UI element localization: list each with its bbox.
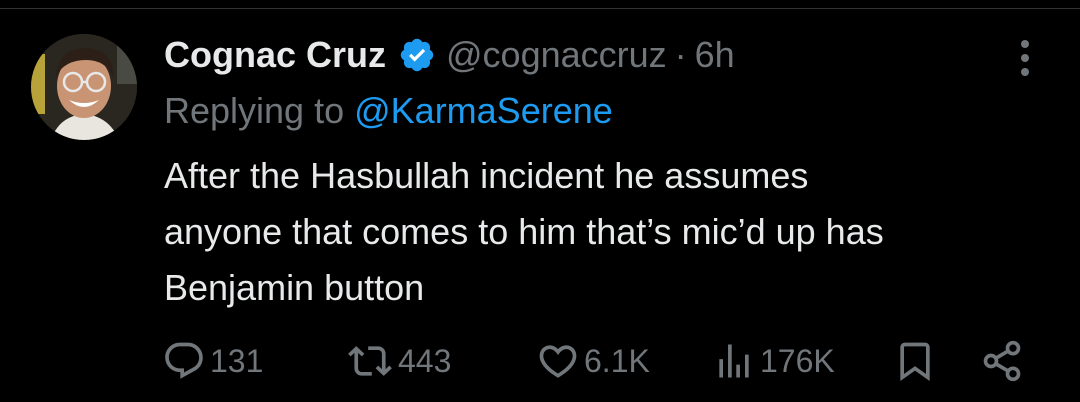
tweet-text-line: After the Hasbullah incident he assumes	[164, 155, 809, 196]
action-bar: 131 443 6.1K 176K	[0, 333, 1080, 389]
repost-button[interactable]: 443	[346, 333, 451, 389]
tweet-text-line: anyone that comes to him that’s mic’d up…	[164, 211, 884, 252]
tweet-header: Cognac Cruz @cognaccruz · 6h	[164, 30, 735, 80]
bookmark-icon	[900, 342, 930, 382]
analytics-icon	[719, 344, 749, 378]
repost-count: 443	[398, 342, 452, 379]
timestamp[interactable]: 6h	[695, 34, 735, 76]
replying-label: Replying to	[164, 90, 345, 131]
avatar[interactable]	[31, 34, 137, 140]
views-button[interactable]: 176K	[712, 333, 835, 389]
reply-count: 131	[210, 342, 264, 379]
share-button[interactable]	[980, 333, 1024, 389]
reply-button[interactable]: 131	[162, 333, 263, 389]
replying-to-mention[interactable]: @KarmaSerene	[354, 90, 613, 132]
avatar-photo	[31, 34, 137, 140]
replying-to-line: Replying to @KarmaSerene	[164, 86, 613, 136]
author-name[interactable]: Cognac Cruz	[164, 34, 386, 76]
heart-icon	[539, 345, 577, 378]
separator-dot: ·	[674, 34, 687, 75]
verified-badge-icon[interactable]	[398, 36, 436, 74]
tweet-text: After the Hasbullah incident he assumes …	[164, 148, 1064, 316]
repost-icon	[348, 346, 392, 376]
author-handle[interactable]: @cognaccruz	[446, 34, 667, 76]
like-button[interactable]: 6.1K	[536, 333, 650, 389]
more-vertical-icon[interactable]	[1010, 38, 1040, 78]
reply-icon	[165, 342, 203, 379]
divider	[0, 8, 1080, 9]
share-icon	[983, 340, 1021, 382]
bookmark-button[interactable]	[893, 333, 937, 389]
tweet-text-line: Benjamin button	[164, 267, 425, 308]
like-count: 6.1K	[584, 342, 650, 379]
views-count: 176K	[760, 342, 835, 379]
